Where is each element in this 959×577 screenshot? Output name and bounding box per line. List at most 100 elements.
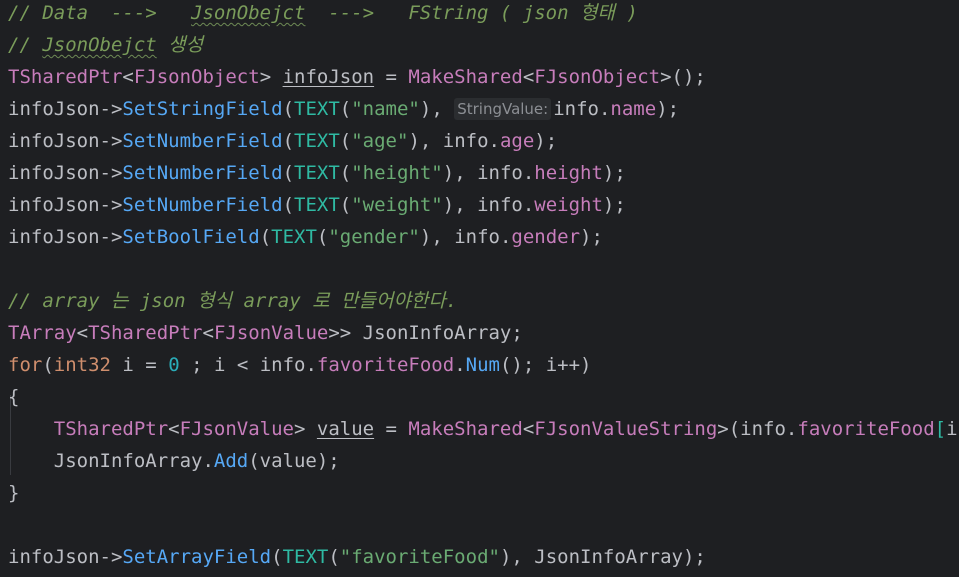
code-token: < xyxy=(522,418,535,440)
code-token: ); xyxy=(602,194,626,216)
code-token: Num xyxy=(465,354,500,376)
code-token: info. xyxy=(553,98,611,120)
code-token: = xyxy=(374,418,409,440)
code-token: -> xyxy=(99,226,123,248)
code-token: infoJson xyxy=(282,66,375,88)
code-token: FJsonObject xyxy=(534,66,661,88)
code-token: "age" xyxy=(351,130,409,152)
code-token: -> xyxy=(99,130,123,152)
code-line[interactable]: } xyxy=(8,477,19,509)
code-line[interactable]: infoJson->SetNumberField(TEXT("age"), in… xyxy=(8,125,557,157)
code-line[interactable]: TSharedPtr<FJsonValue> value = MakeShare… xyxy=(8,413,959,445)
code-token: { xyxy=(8,386,20,408)
code-token: TEXT xyxy=(271,226,317,248)
code-token: MakeShared xyxy=(408,418,523,440)
code-line[interactable]: JsonInfoArray.Add(value); xyxy=(8,445,340,477)
code-token: infoJson xyxy=(8,98,100,120)
code-line[interactable]: for(int32 i = 0 ; i < info.favoriteFood.… xyxy=(8,349,592,381)
code-token: ), info. xyxy=(408,130,500,152)
code-token: < xyxy=(122,66,134,88)
code-token: > xyxy=(294,418,317,440)
code-token: < xyxy=(168,418,180,440)
code-token: JsonInfoArray. xyxy=(8,450,214,472)
code-token: SetArrayField xyxy=(122,546,272,568)
code-token: -> xyxy=(99,546,123,568)
code-line[interactable]: infoJson->SetBoolField(TEXT("gender"), i… xyxy=(8,221,603,253)
code-token: name xyxy=(610,98,657,120)
code-token: MakeShared xyxy=(408,66,523,88)
code-token: favoriteFood xyxy=(316,354,455,376)
code-line[interactable]: TArray<TSharedPtr<FJsonValue>> JsonInfoA… xyxy=(8,317,523,349)
code-token: } xyxy=(8,482,20,504)
code-line[interactable]: { xyxy=(8,381,19,413)
code-token: i = xyxy=(110,354,169,376)
code-line[interactable]: infoJson->SetStringField(TEXT("name"), S… xyxy=(8,93,679,125)
code-token: for xyxy=(8,354,43,376)
code-token: FJsonValueString xyxy=(534,418,718,440)
code-line[interactable]: // JsonObejct 생성 xyxy=(8,29,203,61)
code-editor[interactable]: // Data ---> JsonObejct ---> FString ( j… xyxy=(0,0,959,577)
code-token: "height" xyxy=(351,162,443,184)
code-line[interactable]: // Data ---> JsonObejct ---> FString ( j… xyxy=(8,0,638,29)
code-token: infoJson xyxy=(8,226,100,248)
code-token: ( xyxy=(259,226,272,248)
code-token: = xyxy=(374,66,409,88)
code-token: < xyxy=(76,322,89,344)
code-token: FJsonValue xyxy=(179,418,294,440)
code-token: ), info. xyxy=(442,194,535,216)
code-token: TEXT xyxy=(294,162,340,184)
code-token: JsonObejct xyxy=(191,2,306,24)
code-token: JsonObejct xyxy=(42,34,157,56)
code-token: >(info. xyxy=(717,418,798,440)
code-token: (value); xyxy=(248,450,340,472)
code-token: ( xyxy=(282,130,295,152)
code-token: -> xyxy=(99,162,123,184)
code-token: ( xyxy=(339,98,352,120)
code-token: // array 는 json 형식 array 로 만들어야한다. xyxy=(8,290,458,312)
code-token: ( xyxy=(328,546,340,568)
code-token: ); xyxy=(602,162,626,184)
code-token: 0 xyxy=(168,354,180,376)
code-line[interactable]: infoJson->SetNumberField(TEXT("weight"),… xyxy=(8,189,626,221)
code-token: . xyxy=(454,354,466,376)
code-token: >> JsonInfoArray; xyxy=(328,322,523,344)
code-token: ( xyxy=(282,194,295,216)
code-token: 생성 xyxy=(156,34,204,56)
code-token: // Data ---> xyxy=(8,2,192,24)
code-token: < xyxy=(522,66,535,88)
code-line[interactable]: // array 는 json 형식 array 로 만들어야한다. xyxy=(8,285,457,317)
code-token: ); xyxy=(656,98,680,120)
code-token: (); i++) xyxy=(499,354,592,376)
code-token: [ xyxy=(934,418,947,440)
code-token: gender xyxy=(511,226,581,248)
code-token: > xyxy=(259,66,283,88)
code-token: "favoriteFood" xyxy=(339,546,500,568)
code-token: -> xyxy=(99,194,123,216)
code-token: SetStringField xyxy=(122,98,283,120)
code-token: ), xyxy=(419,98,455,120)
code-token: Add xyxy=(213,450,249,472)
code-line[interactable]: infoJson->SetNumberField(TEXT("height"),… xyxy=(8,157,626,189)
code-token: // xyxy=(8,34,43,56)
code-token: "name" xyxy=(351,98,420,120)
code-token: TEXT xyxy=(294,194,340,216)
code-token: ( xyxy=(42,354,54,376)
code-line[interactable]: TSharedPtr<FJsonObject> infoJson = MakeS… xyxy=(8,61,706,93)
code-token: SetNumberField xyxy=(122,130,283,152)
code-token: infoJson xyxy=(8,162,100,184)
code-token: TArray xyxy=(8,322,77,344)
code-token: ), info. xyxy=(419,226,512,248)
code-token: "gender" xyxy=(328,226,420,248)
code-token: ---> FString ( json 형태 ) xyxy=(305,2,638,24)
code-token: int32 xyxy=(53,354,111,376)
code-token: i xyxy=(946,418,958,440)
code-token: SetNumberField xyxy=(122,162,283,184)
code-token: infoJson xyxy=(8,546,100,568)
parameter-hint: StringValue: xyxy=(454,98,552,120)
code-token: ( xyxy=(271,546,283,568)
code-token: infoJson xyxy=(8,130,100,152)
code-line[interactable]: infoJson->SetArrayField(TEXT("favoriteFo… xyxy=(8,541,706,573)
code-token: value xyxy=(316,418,375,440)
code-token: infoJson xyxy=(8,194,100,216)
code-token: ); xyxy=(580,226,603,248)
